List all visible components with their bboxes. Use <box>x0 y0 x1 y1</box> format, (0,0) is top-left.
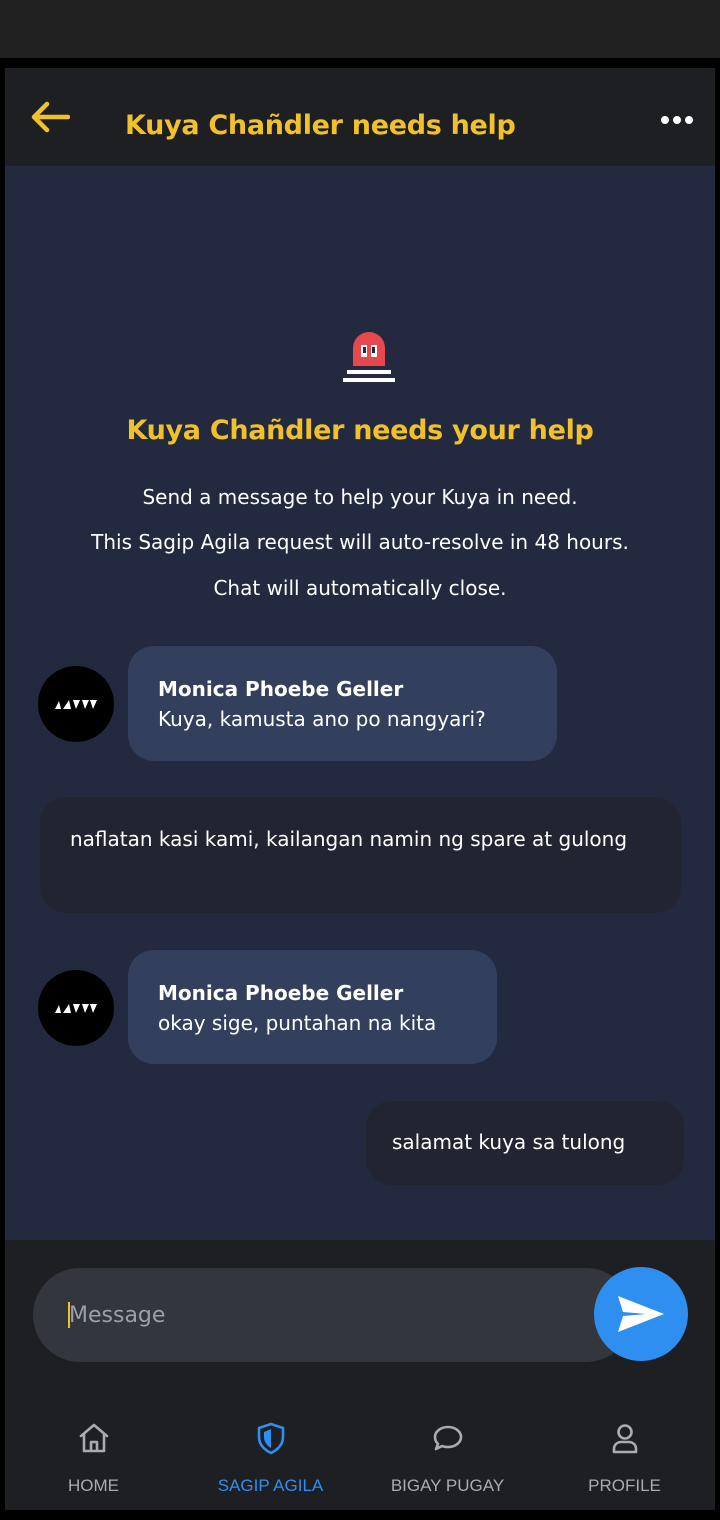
help-headline: Kuya Chañdler needs your help <box>126 415 594 446</box>
more-horizontal-icon <box>659 116 695 124</box>
shield-icon <box>257 1422 284 1455</box>
bottom-navigation: HOME SAGIP AGILA BIGAY PUGAY PROFILE <box>5 1372 715 1510</box>
more-options-button[interactable] <box>653 98 701 142</box>
brand-logo-icon <box>55 1004 97 1013</box>
nav-label: BIGAY PUGAY <box>390 1476 505 1495</box>
nav-item-profile[interactable]: PROFILE <box>536 1372 713 1510</box>
page-title: Kuya Chañdler needs help <box>125 110 516 141</box>
status-bar <box>0 0 720 58</box>
back-button[interactable] <box>25 92 75 142</box>
message-sender: Monica Phoebe Geller <box>158 677 404 701</box>
avatar[interactable] <box>38 666 114 742</box>
text-cursor <box>68 1302 70 1328</box>
info-text-line: This Sagip Agila request will auto-resol… <box>91 530 629 554</box>
app-header: Kuya Chañdler needs help <box>5 68 715 166</box>
send-icon <box>618 1296 664 1332</box>
info-text-line: Send a message to help your Kuya in need… <box>142 485 578 509</box>
message-text: naflatan kasi kami, kailangan namin ng s… <box>70 827 628 851</box>
nav-item-home[interactable]: HOME <box>5 1372 182 1510</box>
message-sender: Monica Phoebe Geller <box>158 981 404 1005</box>
alarm-siren-icon <box>343 332 395 382</box>
nav-label: HOME <box>68 1476 119 1495</box>
message-text: okay sige, puntahan na kita <box>158 1011 437 1035</box>
nav-label: SAGIP AGILA <box>217 1476 324 1495</box>
avatar[interactable] <box>38 970 114 1046</box>
message-input[interactable] <box>33 1268 633 1362</box>
message-bubble-incoming: Monica Phoebe Geller Kuya, kamusta ano p… <box>128 646 557 761</box>
message-bubble-outgoing: salamat kuya sa tulong <box>366 1101 684 1185</box>
message-bubble-outgoing: naflatan kasi kami, kailangan namin ng s… <box>40 797 681 913</box>
arrow-left-icon <box>31 101 70 133</box>
chat-screen: Kuya Chañdler needs help Kuya Chañdler n… <box>5 68 715 1510</box>
message-text: Kuya, kamusta ano po nangyari? <box>158 707 486 731</box>
message-composer <box>5 1240 715 1372</box>
nav-item-sagip-agila[interactable]: SAGIP AGILA <box>182 1372 359 1510</box>
send-button[interactable] <box>594 1267 688 1361</box>
message-bubble-incoming: Monica Phoebe Geller okay sige, puntahan… <box>128 950 497 1064</box>
home-icon <box>79 1423 108 1453</box>
nav-label: PROFILE <box>588 1476 661 1495</box>
chat-bubble-icon <box>433 1425 462 1451</box>
brand-logo-icon <box>55 700 97 709</box>
nav-item-bigay-pugay[interactable]: BIGAY PUGAY <box>359 1372 536 1510</box>
user-icon <box>612 1424 637 1454</box>
info-text-line: Chat will automatically close. <box>213 576 507 600</box>
message-text: salamat kuya sa tulong <box>392 1130 626 1154</box>
